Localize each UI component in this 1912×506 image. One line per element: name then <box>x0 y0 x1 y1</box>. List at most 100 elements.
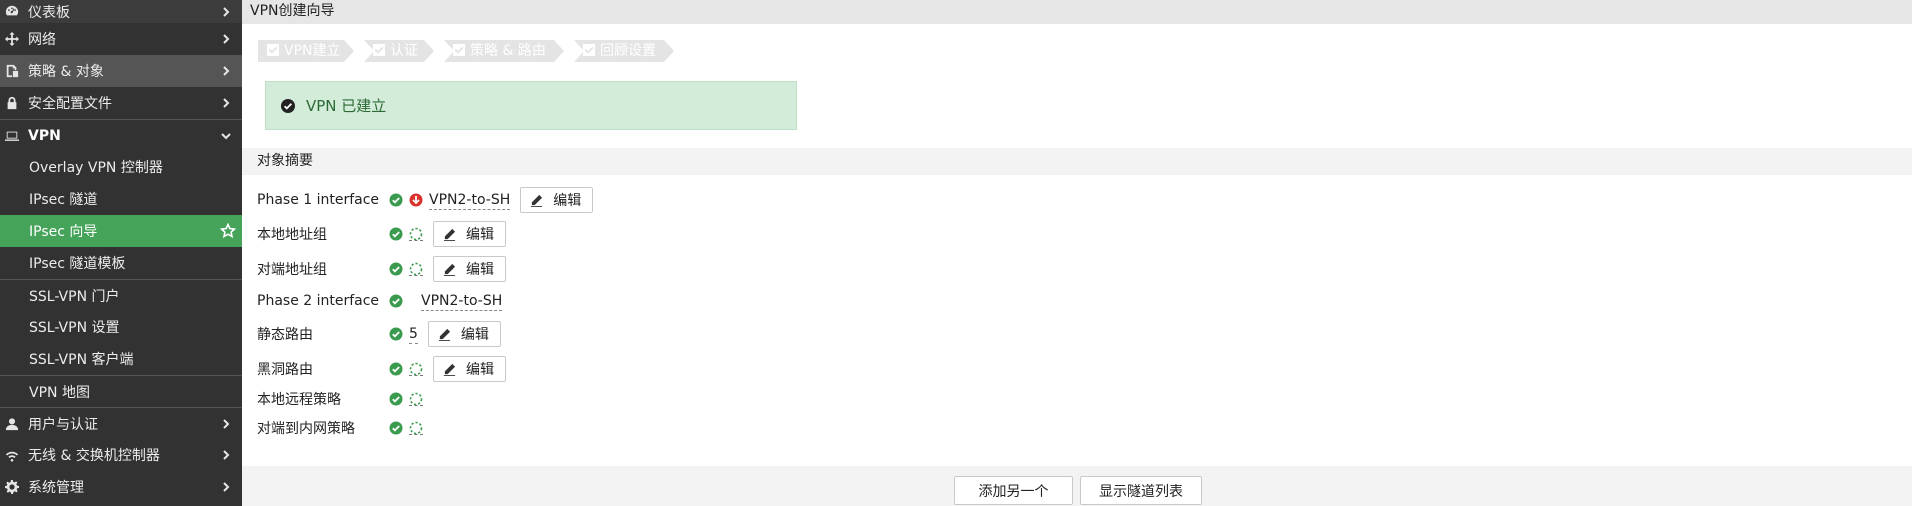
check-circle-icon <box>389 262 403 276</box>
sidebar-item-label: 策略 & 对象 <box>28 64 104 80</box>
policy-icon <box>5 64 19 78</box>
edit-button-label: 编辑 <box>460 327 489 343</box>
phase1-interface-link[interactable]: VPN2-to-SH <box>429 191 511 210</box>
sidebar-item-network[interactable]: 网络 <box>0 23 242 55</box>
pencil-icon <box>443 263 456 276</box>
sidebar-item-system[interactable]: 系统管理 <box>0 471 242 503</box>
sidebar-item-label: SSL-VPN 设置 <box>29 320 120 336</box>
check-circle-icon <box>389 421 403 435</box>
sidebar-item-label: IPsec 隧道 <box>29 192 98 208</box>
sidebar-item-wifi-switch-controller[interactable]: 无线 & 交换机控制器 <box>0 439 242 471</box>
summary-row: 本地远程策略 <box>257 385 423 413</box>
wizard-step-label: 策略 & 路由 <box>470 43 546 59</box>
wizard-step: 认证 <box>364 40 434 62</box>
row-label: 静态路由 <box>257 327 313 343</box>
check-circle-icon <box>389 227 403 241</box>
pencil-icon <box>531 194 543 207</box>
laptop-icon <box>5 129 19 143</box>
page-title: VPN创建向导 <box>242 0 1912 24</box>
sidebar-item-policy-objects[interactable]: 策略 & 对象 <box>0 55 242 87</box>
sidebar-item-label: 安全配置文件 <box>28 96 112 112</box>
check-icon <box>266 42 280 56</box>
sidebar-item-overlay-vpn-controller[interactable]: Overlay VPN 控制器 <box>0 151 242 183</box>
sidebar-item-user-auth[interactable]: 用户与认证 <box>0 407 242 439</box>
sidebar-item-label: 系统管理 <box>28 480 84 496</box>
edit-button[interactable]: 编辑 <box>427 321 501 347</box>
edit-button-label: 编辑 <box>553 193 582 209</box>
summary-row: 本地地址组 编辑 <box>257 220 506 248</box>
sidebar-item-ipsec-tunnel-templates[interactable]: IPsec 隧道模板 <box>0 247 242 279</box>
loading-spinner-icon[interactable] <box>409 421 423 435</box>
dashboard-icon <box>5 4 19 18</box>
row-label: Phase 1 interface <box>257 192 380 208</box>
loading-spinner-icon[interactable] <box>409 227 423 241</box>
chevron-right-icon <box>220 33 232 45</box>
gear-icon <box>5 480 19 494</box>
pencil-icon <box>443 228 456 241</box>
sidebar-item-label: 仪表板 <box>28 4 70 21</box>
edit-button-label: 编辑 <box>466 362 494 378</box>
edit-button-label: 编辑 <box>466 262 494 278</box>
sidebar-item-vpn[interactable]: VPN <box>0 119 242 151</box>
sidebar-item-label: IPsec 向导 <box>29 224 98 240</box>
loading-spinner-icon[interactable] <box>409 392 423 406</box>
row-label: 本地远程策略 <box>257 392 341 408</box>
network-icon <box>5 32 19 46</box>
edit-button[interactable]: 编辑 <box>433 356 506 382</box>
tunnel-down-icon <box>409 193 423 207</box>
sidebar-item-ssl-vpn-clients[interactable]: SSL-VPN 客户端 <box>0 343 242 375</box>
wizard-step: 回顾设置 <box>574 40 674 62</box>
chevron-right-icon <box>220 97 232 109</box>
sidebar-item-ipsec-wizard[interactable]: IPsec 向导 <box>0 215 242 247</box>
edit-button[interactable]: 编辑 <box>520 187 594 213</box>
chevron-right-icon <box>220 449 232 461</box>
row-label: Phase 2 interface <box>257 293 380 309</box>
wizard-step: VPN建立 <box>258 40 354 62</box>
sidebar-item-label: SSL-VPN 门户 <box>29 288 120 305</box>
sidebar-item-ssl-vpn-settings[interactable]: SSL-VPN 设置 <box>0 311 242 343</box>
wizard-step-label: 回顾设置 <box>600 43 656 59</box>
check-icon <box>452 42 466 56</box>
sidebar-item-label: 无线 & 交换机控制器 <box>28 448 160 464</box>
chevron-right-icon <box>220 418 232 430</box>
check-circle-icon <box>389 362 403 376</box>
check-icon <box>582 42 596 56</box>
chevron-right-icon <box>220 6 232 18</box>
phase2-interface-link[interactable]: VPN2-to-SH <box>421 292 503 311</box>
edit-button[interactable]: 编辑 <box>433 221 506 247</box>
static-route-link[interactable]: 5 <box>409 325 418 344</box>
sidebar-item-label: Overlay VPN 控制器 <box>29 160 163 176</box>
add-another-button[interactable]: 添加另一个 <box>954 476 1073 505</box>
check-circle-icon <box>281 98 295 113</box>
sidebar-item-vpn-map[interactable]: VPN 地图 <box>0 375 242 407</box>
main-content: VPN创建向导 VPN建立 认证 策略 & 路由 回顾设置 VPN 已建立 对象… <box>242 0 1912 506</box>
sidebar-item-ipsec-tunnels[interactable]: IPsec 隧道 <box>0 183 242 215</box>
sidebar-item-dashboard[interactable]: 仪表板 <box>0 0 242 23</box>
sidebar-item-label: VPN 地图 <box>29 384 90 401</box>
wizard-step: 策略 & 路由 <box>444 40 564 62</box>
sidebar-item-label: VPN <box>28 127 61 144</box>
sidebar-item-label: 用户与认证 <box>28 416 98 433</box>
wizard-steps: VPN建立 认证 策略 & 路由 回顾设置 <box>258 40 684 62</box>
sidebar-item-label: 网络 <box>28 32 56 48</box>
loading-spinner-icon[interactable] <box>409 262 423 276</box>
success-message: VPN 已建立 <box>306 97 387 115</box>
check-circle-icon <box>389 193 403 207</box>
sidebar-item-label: IPsec 隧道模板 <box>29 256 126 272</box>
summary-row: 静态路由 5 编辑 <box>257 320 501 348</box>
sidebar-item-ssl-vpn-portals[interactable]: SSL-VPN 门户 <box>0 279 242 311</box>
sidebar-item-label: SSL-VPN 客户端 <box>29 352 134 368</box>
check-icon <box>372 42 386 56</box>
show-tunnel-list-button[interactable]: 显示隧道列表 <box>1080 476 1202 505</box>
loading-spinner-icon[interactable] <box>409 362 423 376</box>
summary-row: 对端地址组 编辑 <box>257 255 506 283</box>
edit-button[interactable]: 编辑 <box>433 256 506 282</box>
sidebar: 仪表板 网络 策略 & 对象 安全配置文件 VPN Overlay VPN 控制… <box>0 0 242 506</box>
row-label: 对端地址组 <box>257 262 327 278</box>
check-circle-icon <box>389 392 403 406</box>
star-icon[interactable] <box>219 222 237 239</box>
summary-row: 对端到内网策略 <box>257 414 423 442</box>
wifi-icon <box>5 448 19 462</box>
chevron-right-icon <box>220 481 232 493</box>
sidebar-item-security-profiles[interactable]: 安全配置文件 <box>0 87 242 119</box>
